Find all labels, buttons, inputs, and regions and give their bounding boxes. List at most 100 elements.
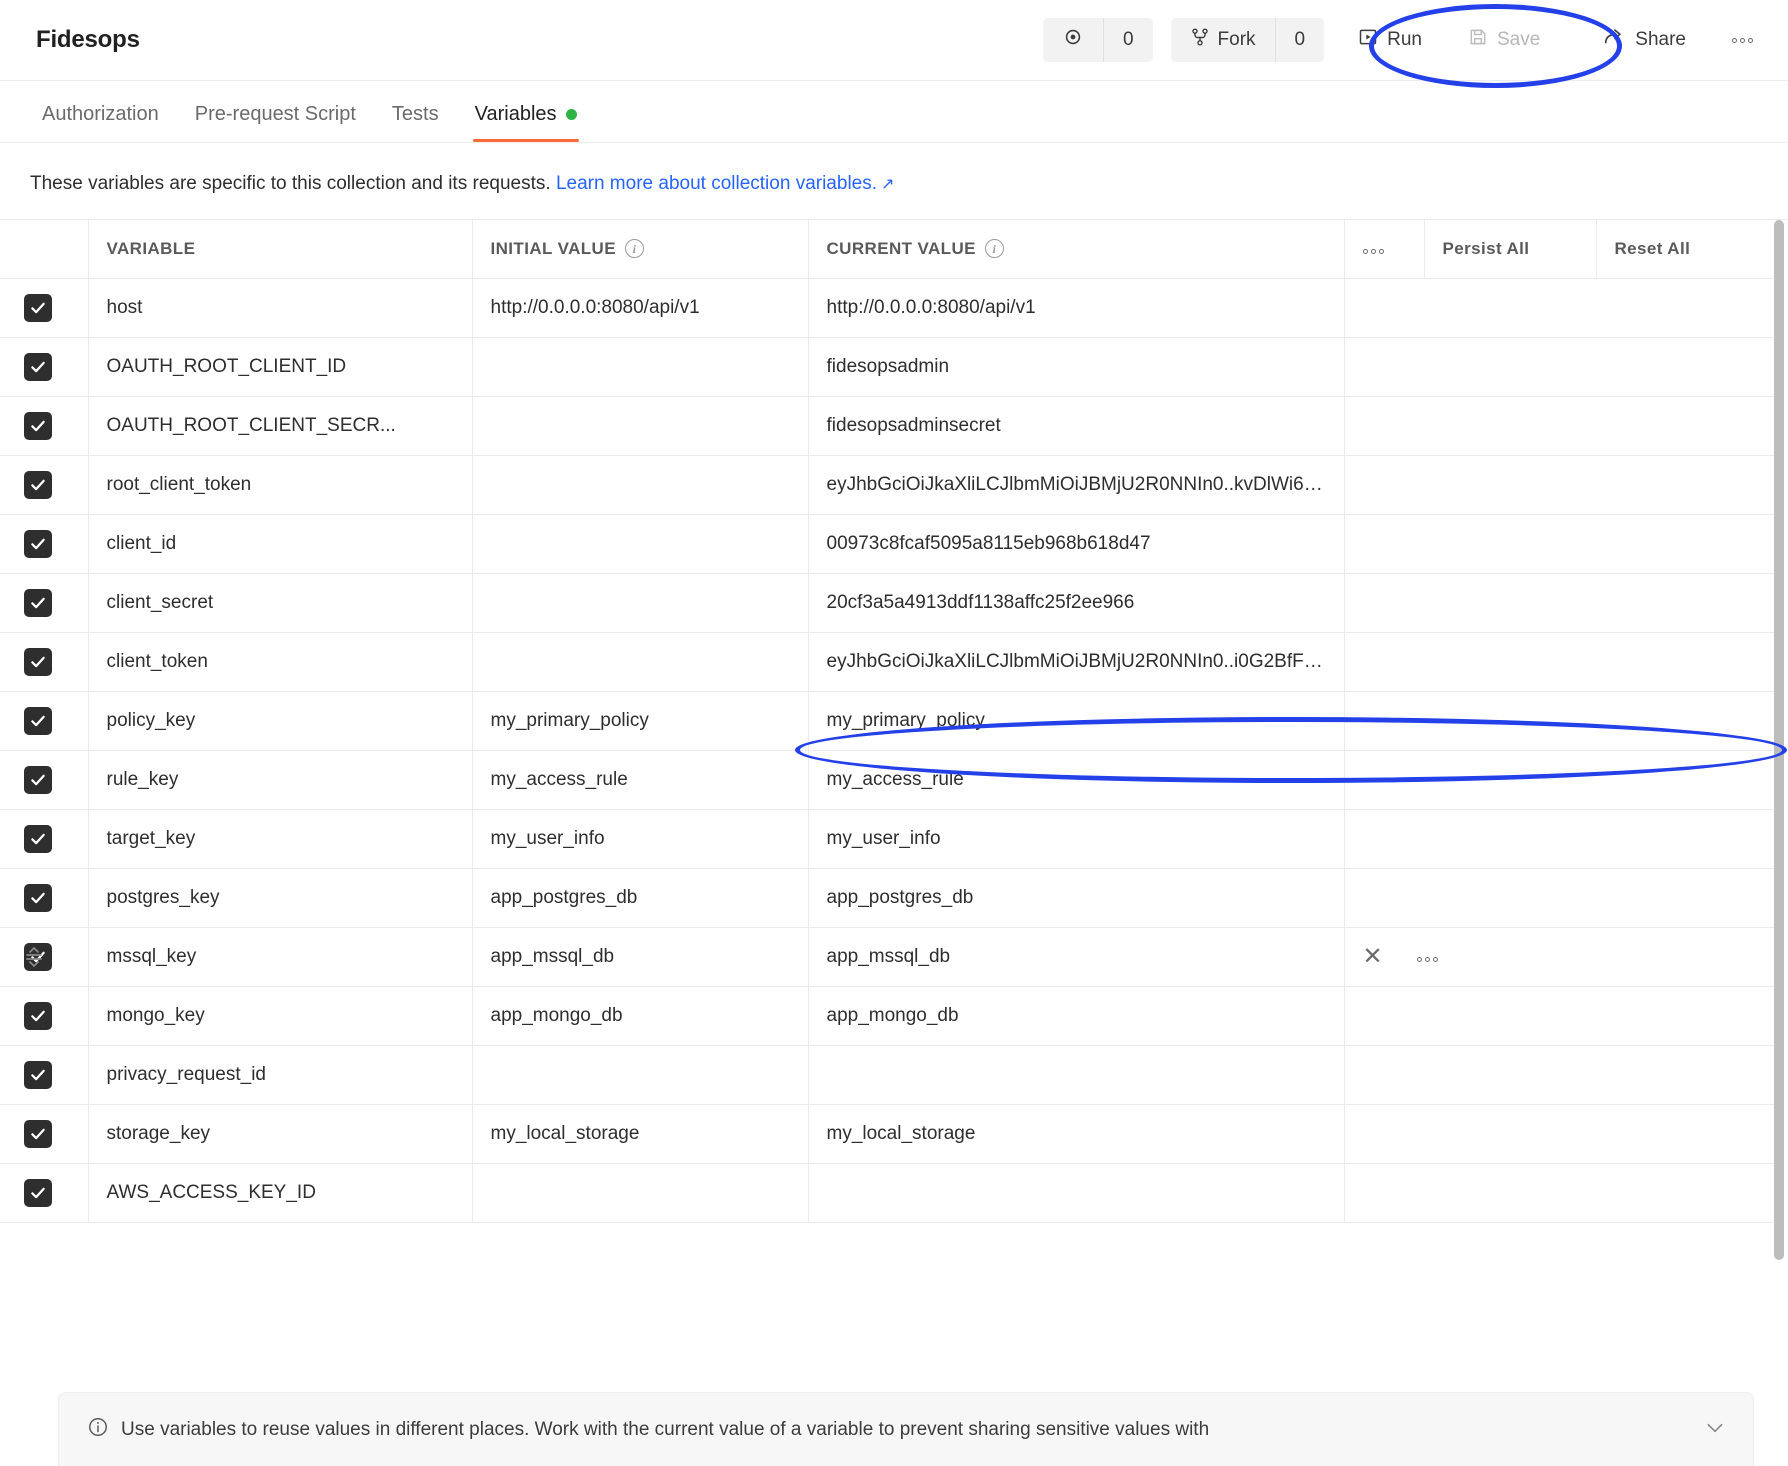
variable-enabled-checkbox[interactable] xyxy=(24,1120,52,1148)
fork-button[interactable]: Fork xyxy=(1171,18,1275,62)
chevron-down-icon[interactable] xyxy=(1705,1420,1725,1440)
variable-current-value-cell[interactable]: eyJhbGciOiJkaXliLCJlbmMiOiJBMjU2R0NNIn0.… xyxy=(808,455,1344,514)
variable-initial-value-cell[interactable] xyxy=(472,632,808,691)
table-row[interactable]: mongo_keyapp_mongo_dbapp_mongo_db xyxy=(0,986,1776,1045)
variable-enabled-checkbox[interactable] xyxy=(24,412,52,440)
table-options-menu-button[interactable] xyxy=(1344,220,1424,278)
learn-more-link[interactable]: Learn more about collection variables. xyxy=(556,173,877,194)
variable-initial-value-cell[interactable] xyxy=(472,1045,808,1104)
drag-handle-icon[interactable] xyxy=(24,945,44,969)
variables-table-scrollbar[interactable] xyxy=(1774,220,1784,1224)
table-row[interactable]: AWS_ACCESS_KEY_ID xyxy=(0,1163,1776,1222)
variable-name-cell[interactable]: rule_key xyxy=(88,750,472,809)
variable-name-cell[interactable]: mongo_key xyxy=(88,986,472,1045)
variable-name-cell[interactable]: OAUTH_ROOT_CLIENT_ID xyxy=(88,337,472,396)
variable-initial-value-cell[interactable]: my_user_info xyxy=(472,809,808,868)
variable-current-value-cell[interactable]: my_primary_policy xyxy=(808,691,1344,750)
variable-name-cell[interactable]: privacy_request_id xyxy=(88,1045,472,1104)
variable-current-value-cell[interactable]: app_mongo_db xyxy=(808,986,1344,1045)
variable-initial-value-cell[interactable] xyxy=(472,1163,808,1222)
watch-control[interactable]: 0 xyxy=(1043,18,1153,62)
variable-name-cell[interactable]: storage_key xyxy=(88,1104,472,1163)
variable-name-cell[interactable]: target_key xyxy=(88,809,472,868)
variable-initial-value-cell[interactable] xyxy=(472,514,808,573)
variable-enabled-checkbox[interactable] xyxy=(24,353,52,381)
variable-enabled-checkbox[interactable] xyxy=(24,766,52,794)
table-row[interactable]: OAUTH_ROOT_CLIENT_SECR... fidesopsadminse… xyxy=(0,396,1776,455)
variable-enabled-checkbox[interactable] xyxy=(24,825,52,853)
variable-enabled-checkbox[interactable] xyxy=(24,1002,52,1030)
row-more-menu-button[interactable] xyxy=(1417,946,1438,968)
save-button[interactable]: Save xyxy=(1452,18,1556,62)
watch-icon-segment[interactable] xyxy=(1043,18,1103,62)
table-row[interactable]: rule_keymy_access_rulemy_access_rule xyxy=(0,750,1776,809)
variable-name-cell[interactable]: root_client_token xyxy=(88,455,472,514)
variable-enabled-checkbox[interactable] xyxy=(24,1179,52,1207)
fork-control[interactable]: Fork 0 xyxy=(1171,18,1325,62)
table-row[interactable]: policy_keymy_primary_policymy_primary_po… xyxy=(0,691,1776,750)
variable-enabled-checkbox[interactable] xyxy=(24,471,52,499)
variable-enabled-checkbox[interactable] xyxy=(24,1061,52,1089)
current-value-info-icon[interactable]: i xyxy=(985,239,1004,258)
variable-current-value-cell[interactable]: http://0.0.0.0:8080/api/v1 xyxy=(808,278,1344,337)
variable-enabled-checkbox[interactable] xyxy=(24,294,52,322)
table-row[interactable]: target_keymy_user_infomy_user_info xyxy=(0,809,1776,868)
persist-all-button[interactable]: Persist All xyxy=(1424,220,1596,278)
client-token-current-value[interactable]: eyJhbGciOiJkaXliLCJlbmMiOiJBMjU2R0NNIn0.… xyxy=(808,632,1344,691)
header-more-menu-button[interactable] xyxy=(1720,18,1764,62)
variable-current-value-cell[interactable] xyxy=(808,1045,1344,1104)
variable-name-cell[interactable]: mssql_key xyxy=(88,927,472,986)
table-row[interactable]: client_secret20cf3a5a4913ddf1138affc25f2… xyxy=(0,573,1776,632)
table-row[interactable]: hosthttp://0.0.0.0:8080/api/v1http://0.0… xyxy=(0,278,1776,337)
tab-variables[interactable]: Variables xyxy=(457,103,595,142)
variable-initial-value-cell[interactable]: app_postgres_db xyxy=(472,868,808,927)
variable-name-cell[interactable]: AWS_ACCESS_KEY_ID xyxy=(88,1163,472,1222)
table-row[interactable]: storage_keymy_local_storagemy_local_stor… xyxy=(0,1104,1776,1163)
variable-current-value-cell[interactable]: my_user_info xyxy=(808,809,1344,868)
variable-name-cell[interactable]: policy_key xyxy=(88,691,472,750)
table-row[interactable]: client_id 00973c8fcaf5095a8115eb968b618d4… xyxy=(0,514,1776,573)
variable-initial-value-cell[interactable] xyxy=(472,337,808,396)
table-row[interactable]: postgres_keyapp_postgres_dbapp_postgres_… xyxy=(0,868,1776,927)
share-button[interactable]: Share xyxy=(1586,18,1702,62)
variable-enabled-checkbox[interactable] xyxy=(24,648,52,676)
tab-pre-request-script[interactable]: Pre-request Script xyxy=(177,103,374,142)
variable-initial-value-cell[interactable]: app_mssql_db xyxy=(472,927,808,986)
variable-current-value-cell[interactable]: 00973c8fcaf5095a8115eb968b618d47 xyxy=(808,514,1344,573)
variable-current-value-cell[interactable]: app_postgres_db xyxy=(808,868,1344,927)
table-row[interactable]: root_client_token eyJhbGciOiJkaXliLCJlbmM… xyxy=(0,455,1776,514)
variable-initial-value-cell[interactable] xyxy=(472,455,808,514)
variable-initial-value-cell[interactable]: my_primary_policy xyxy=(472,691,808,750)
run-button[interactable]: Run xyxy=(1342,18,1438,62)
variable-current-value-cell[interactable]: my_local_storage xyxy=(808,1104,1344,1163)
variable-name-cell[interactable]: OAUTH_ROOT_CLIENT_SECR... xyxy=(88,396,472,455)
table-row[interactable]: client_token eyJhbGciOiJkaXliLCJlbmMiOiJB… xyxy=(0,632,1776,691)
variable-current-value-cell[interactable]: fidesopsadminsecret xyxy=(808,396,1344,455)
variable-current-value-cell[interactable]: fidesopsadmin xyxy=(808,337,1344,396)
variable-name-cell[interactable]: client_secret xyxy=(88,573,472,632)
variable-enabled-checkbox[interactable] xyxy=(24,530,52,558)
variable-initial-value-cell[interactable]: app_mongo_db xyxy=(472,986,808,1045)
variable-initial-value-cell[interactable] xyxy=(472,573,808,632)
variable-initial-value-cell[interactable]: my_access_rule xyxy=(472,750,808,809)
variable-current-value-cell[interactable]: app_mssql_db xyxy=(808,927,1344,986)
reset-all-button[interactable]: Reset All xyxy=(1596,220,1776,278)
tab-authorization[interactable]: Authorization xyxy=(24,103,177,142)
initial-value-info-icon[interactable]: i xyxy=(625,239,644,258)
variable-initial-value-cell[interactable]: my_local_storage xyxy=(472,1104,808,1163)
clear-row-icon[interactable]: ✕ xyxy=(1363,945,1383,969)
table-row[interactable]: privacy_request_id xyxy=(0,1045,1776,1104)
variable-enabled-checkbox[interactable] xyxy=(24,707,52,735)
table-row[interactable]: mssql_keyapp_mssql_dbapp_mssql_db✕ xyxy=(0,927,1776,986)
variable-name-cell[interactable]: client_token xyxy=(88,632,472,691)
variable-name-cell[interactable]: host xyxy=(88,278,472,337)
variable-name-cell[interactable]: client_id xyxy=(88,514,472,573)
variables-table-scrollbar-thumb[interactable] xyxy=(1774,220,1784,1260)
variable-enabled-checkbox[interactable] xyxy=(24,884,52,912)
variable-initial-value-cell[interactable] xyxy=(472,396,808,455)
variable-enabled-checkbox[interactable] xyxy=(24,589,52,617)
table-row[interactable]: OAUTH_ROOT_CLIENT_ID fidesopsadmin xyxy=(0,337,1776,396)
variable-name-cell[interactable]: postgres_key xyxy=(88,868,472,927)
variable-initial-value-cell[interactable]: http://0.0.0.0:8080/api/v1 xyxy=(472,278,808,337)
variable-current-value-cell[interactable]: my_access_rule xyxy=(808,750,1344,809)
